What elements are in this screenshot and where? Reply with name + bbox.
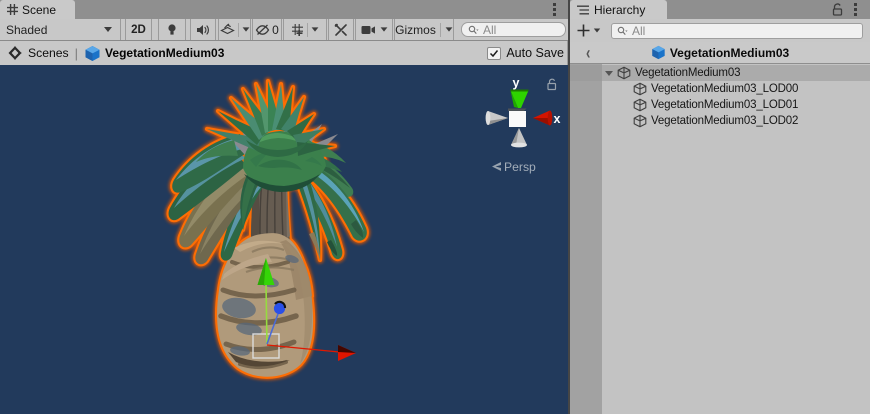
svg-text:y: y — [513, 76, 520, 90]
svg-text:x: x — [554, 112, 561, 126]
svg-text:Persp: Persp — [504, 160, 536, 174]
